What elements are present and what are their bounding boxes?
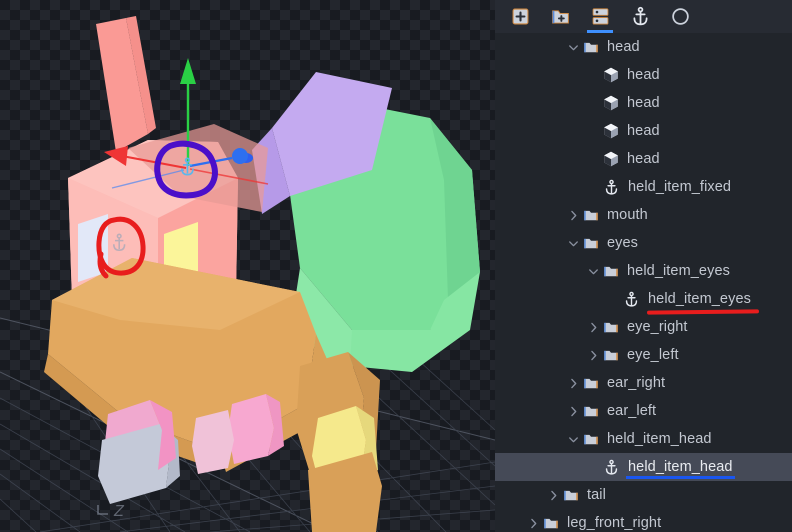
tree-row[interactable]: tail	[495, 481, 792, 509]
tree-row[interactable]: eye_right	[495, 313, 792, 341]
add-null-object-button[interactable]	[665, 2, 695, 32]
chevron-right-icon[interactable]	[565, 397, 581, 425]
folder-icon	[581, 33, 601, 61]
tree-row[interactable]: head	[495, 145, 792, 173]
tree-row-label: held_item_head	[626, 453, 735, 481]
viewport-scene: Z	[0, 16, 495, 532]
outliner-toolbar	[495, 0, 792, 33]
chevron-right-icon[interactable]	[545, 481, 561, 509]
anchor-icon	[630, 6, 651, 27]
tree-row[interactable]: held_item_head	[495, 425, 792, 453]
circle-icon	[670, 6, 691, 27]
anchor-icon	[601, 173, 621, 201]
app-root: Z head head head head head held_item_fix…	[0, 0, 792, 532]
tree-row[interactable]: ear_left	[495, 397, 792, 425]
tree-row-label: head	[627, 95, 660, 111]
tree-row[interactable]: head	[495, 89, 792, 117]
chevron-down-icon[interactable]	[565, 229, 581, 257]
chevron-right-icon[interactable]	[585, 341, 601, 369]
folder-icon	[541, 509, 561, 532]
folder-icon	[601, 257, 621, 285]
tree-row-label: held_item_head	[607, 431, 712, 447]
chevron-right-icon[interactable]	[525, 509, 541, 532]
tree-row[interactable]: held_item_eyes	[495, 257, 792, 285]
outliner-panel: head head head head head held_item_fixedmouth…	[495, 0, 792, 532]
tree-row[interactable]: eyes	[495, 229, 792, 257]
anchor-icon	[601, 453, 621, 481]
tree-row[interactable]: head	[495, 33, 792, 61]
tree-row-label: mouth	[607, 207, 648, 223]
list-view-icon	[590, 6, 611, 27]
tree-row-label: held_item_eyes	[648, 291, 751, 307]
tree-row-label: held_item_eyes	[627, 263, 730, 279]
folder-icon	[581, 369, 601, 397]
folder-icon	[601, 313, 621, 341]
add-cube-button[interactable]	[505, 2, 535, 32]
tree-row[interactable]: head	[495, 117, 792, 145]
chevron-down-icon[interactable]	[565, 33, 581, 61]
outliner-list-button[interactable]	[585, 2, 615, 33]
folder-icon	[581, 201, 601, 229]
chevron-right-icon[interactable]	[565, 201, 581, 229]
cube-icon	[601, 89, 621, 117]
tree-row-label: ear_left	[607, 403, 657, 419]
chevron-down-icon[interactable]	[565, 425, 581, 453]
folder-icon	[581, 425, 601, 453]
tree-row-label: eye_right	[627, 319, 688, 335]
tree-row[interactable]: ear_right	[495, 369, 792, 397]
tree-row[interactable]: mouth	[495, 201, 792, 229]
tree-row-label: eyes	[607, 235, 639, 251]
tree-row-label: ear_right	[607, 375, 666, 391]
tree-row[interactable]: held_item_fixed	[495, 173, 792, 201]
cube-icon	[601, 117, 621, 145]
add-locator-button[interactable]	[625, 2, 655, 32]
tree-row-label: head	[627, 151, 660, 167]
folder-icon	[561, 481, 581, 509]
tree-row[interactable]: eye_left	[495, 341, 792, 369]
folder-icon	[581, 397, 601, 425]
tree-row-label: held_item_fixed	[628, 179, 732, 195]
folder-plus-icon	[550, 6, 571, 27]
tree-row[interactable]: leg_front_right	[495, 509, 792, 532]
chevron-right-icon[interactable]	[565, 369, 581, 397]
outliner-tree[interactable]: head head head head head held_item_fixedmouth…	[495, 33, 792, 532]
3d-viewport[interactable]: Z	[0, 0, 495, 532]
anchor-icon	[621, 285, 641, 313]
model-mesh	[44, 16, 480, 532]
tree-row-label: head	[627, 67, 660, 83]
tree-row-label: head	[627, 123, 660, 139]
tree-row-selected[interactable]: held_item_head	[495, 453, 792, 481]
plus-square-icon	[510, 6, 531, 27]
ground-axis-label: Z	[97, 503, 125, 520]
folder-icon	[601, 341, 621, 369]
tree-row-label: tail	[587, 487, 606, 503]
chevron-right-icon[interactable]	[585, 313, 601, 341]
cube-icon	[601, 61, 621, 89]
tree-row-label: leg_front_right	[567, 515, 662, 531]
tree-row-label: head	[607, 39, 640, 55]
tree-row-label: eye_left	[627, 347, 679, 363]
tree-row[interactable]: head	[495, 61, 792, 89]
tree-row[interactable]: held_item_eyes	[495, 285, 792, 315]
folder-icon	[581, 229, 601, 257]
add-group-button[interactable]	[545, 2, 575, 32]
svg-text:Z: Z	[113, 503, 125, 520]
cube-icon	[601, 145, 621, 173]
chevron-down-icon[interactable]	[585, 257, 601, 285]
